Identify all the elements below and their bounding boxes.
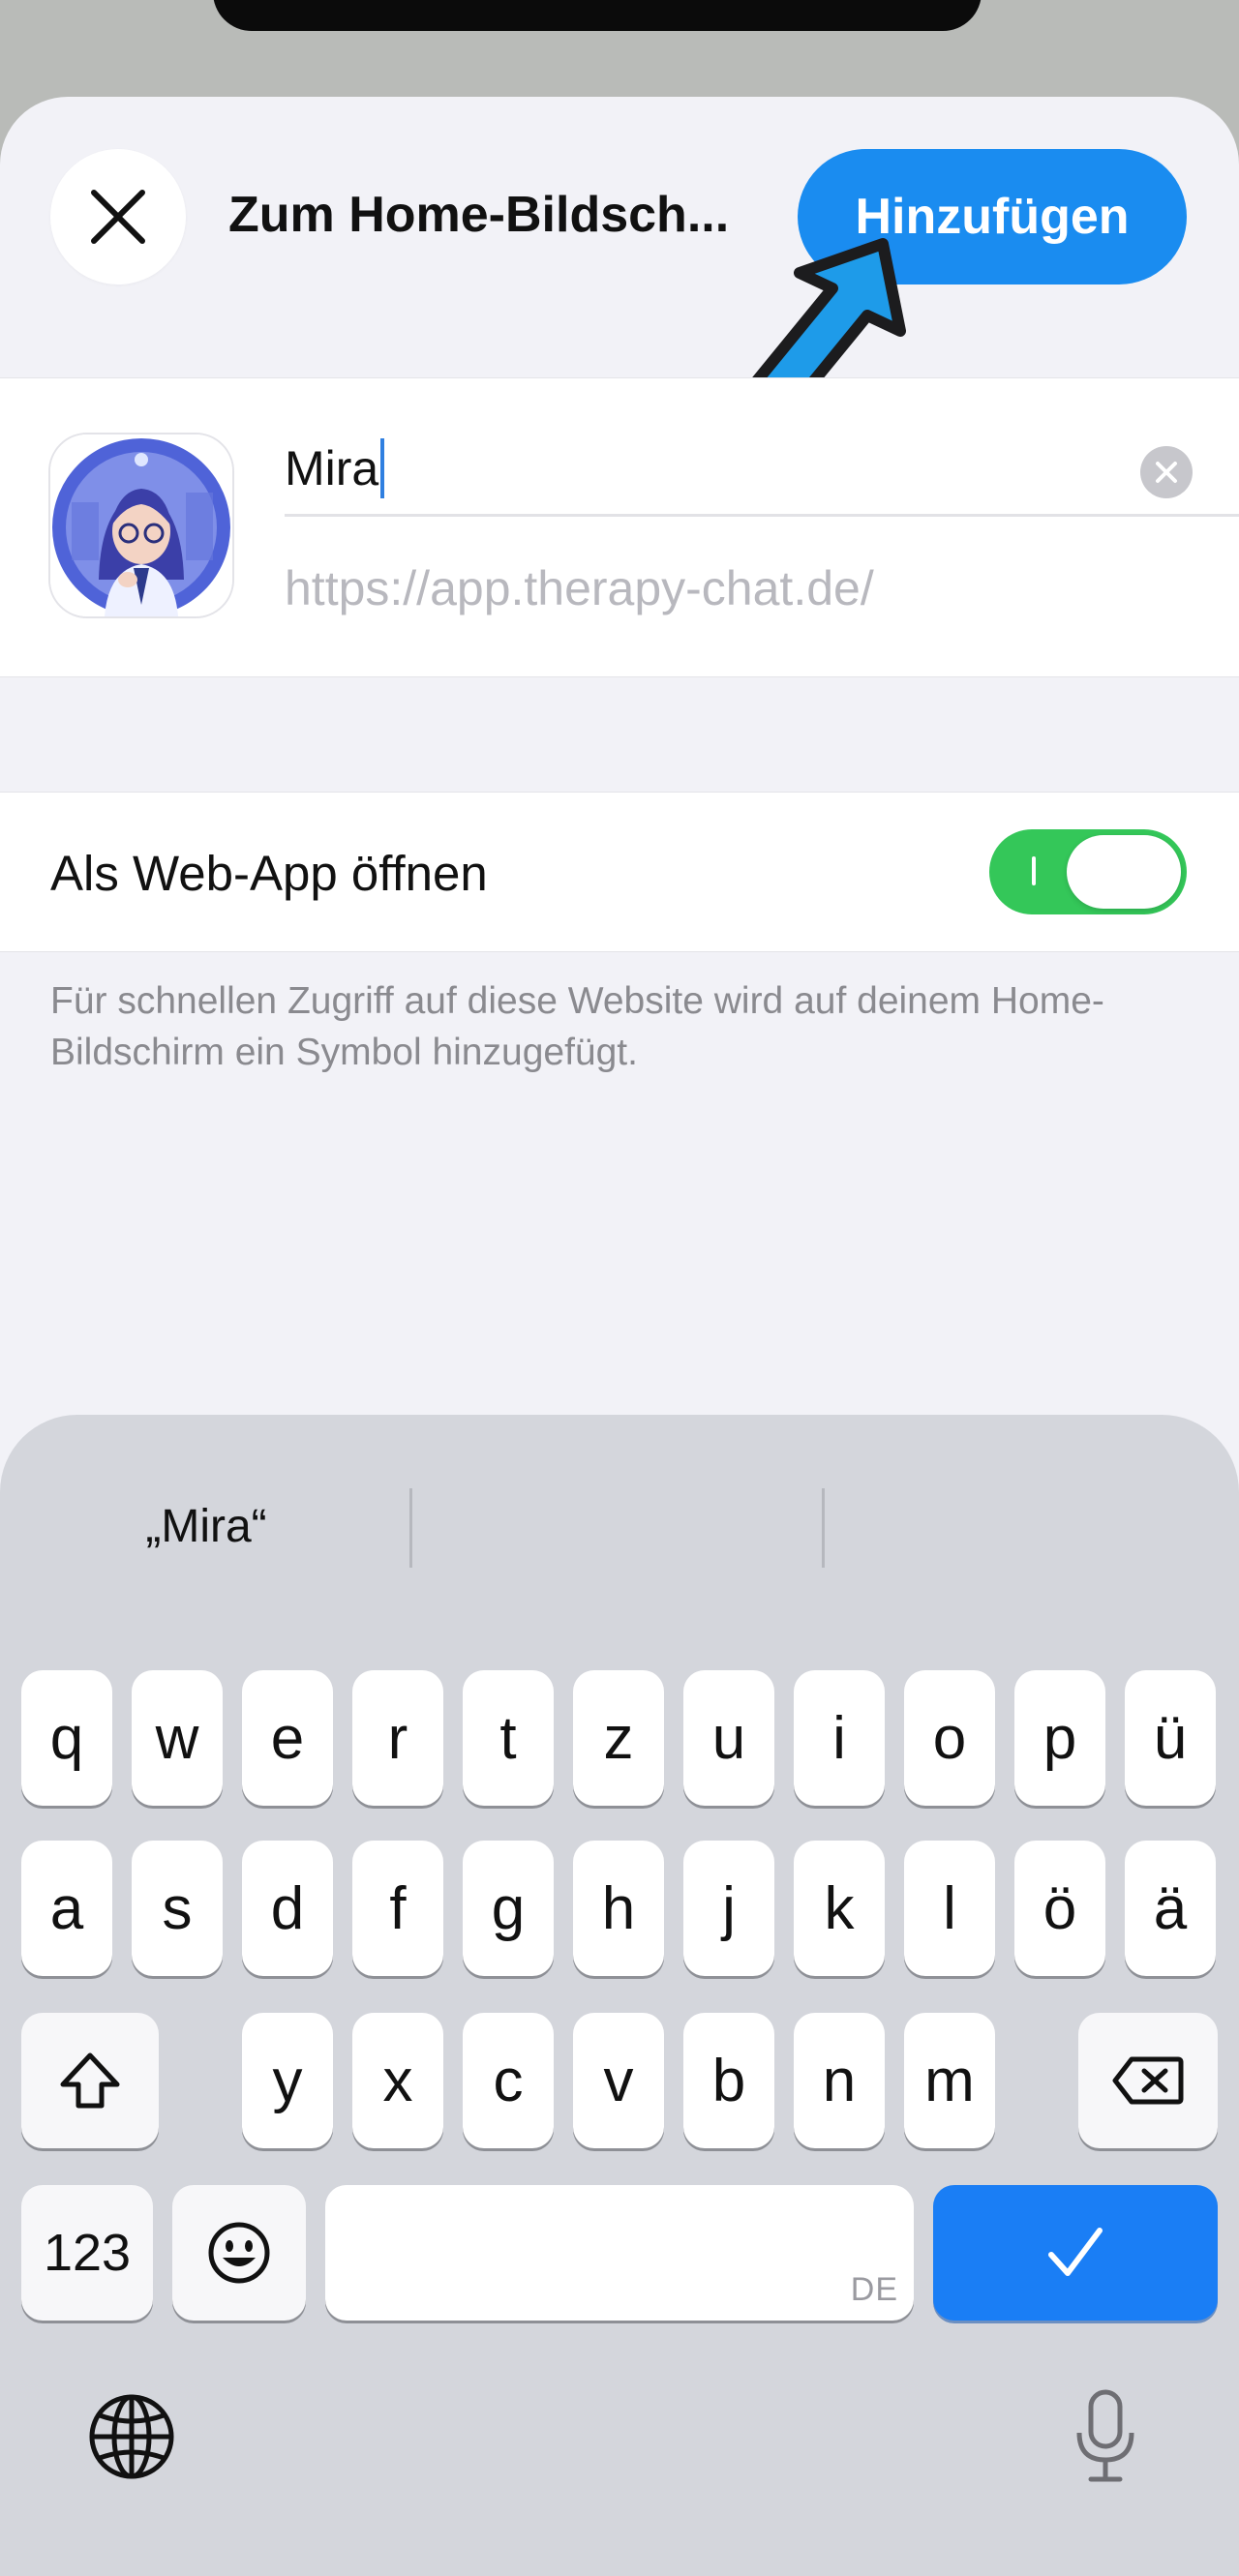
key-e[interactable]: e xyxy=(242,1670,333,1806)
app-icon xyxy=(48,433,234,618)
key-w[interactable]: w xyxy=(132,1670,223,1806)
key-v[interactable]: v xyxy=(573,2013,664,2148)
key-x[interactable]: x xyxy=(352,2013,443,2148)
web-app-row: Als Web-App öffnen xyxy=(0,792,1239,952)
delete-key[interactable] xyxy=(1078,2013,1218,2148)
name-value: Mira xyxy=(285,441,379,495)
dictation-button[interactable] xyxy=(1059,2386,1152,2487)
app-card: Mira https://app.therapy-chat.de/ xyxy=(0,377,1239,677)
shift-key[interactable] xyxy=(21,2013,159,2148)
key-a[interactable]: a xyxy=(21,1841,112,1976)
suggestion-1[interactable]: „Mira“ xyxy=(0,1500,412,1553)
globe-button[interactable] xyxy=(83,2388,180,2485)
key-c[interactable]: c xyxy=(463,2013,554,2148)
key-f[interactable]: f xyxy=(352,1841,443,1976)
key-ä[interactable]: ä xyxy=(1125,1841,1216,1976)
key-n[interactable]: n xyxy=(794,2013,885,2148)
name-field[interactable]: Mira xyxy=(285,407,1239,517)
key-m[interactable]: m xyxy=(904,2013,995,2148)
web-app-label: Als Web-App öffnen xyxy=(50,846,488,901)
key-k[interactable]: k xyxy=(794,1841,885,1976)
keyboard: „Mira“ qwertzuiopü asdfghjklöä yxcvbnm 1… xyxy=(0,1415,1239,2576)
key-z[interactable]: z xyxy=(573,1670,664,1806)
space-key[interactable]: DE xyxy=(325,2185,914,2321)
key-u[interactable]: u xyxy=(683,1670,774,1806)
suggestion-divider xyxy=(822,1488,825,1568)
web-app-description: Für schnellen Zugriff auf diese Website … xyxy=(50,980,1104,1073)
globe-icon xyxy=(89,2394,174,2479)
close-button[interactable] xyxy=(50,149,186,285)
delete-icon xyxy=(1112,2056,1184,2105)
key-s[interactable]: s xyxy=(132,1841,223,1976)
toggle-on-mark xyxy=(1032,856,1036,885)
key-p[interactable]: p xyxy=(1014,1670,1105,1806)
key-i[interactable]: i xyxy=(794,1670,885,1806)
key-t[interactable]: t xyxy=(463,1670,554,1806)
device-notch xyxy=(213,0,982,31)
close-icon xyxy=(91,190,145,244)
app-url: https://app.therapy-chat.de/ xyxy=(285,561,874,615)
key-b[interactable]: b xyxy=(683,2013,774,2148)
key-o[interactable]: o xyxy=(904,1670,995,1806)
checkmark-icon xyxy=(1048,2228,1103,2276)
key-ü[interactable]: ü xyxy=(1125,1670,1216,1806)
key-h[interactable]: h xyxy=(573,1841,664,1976)
sheet-title: Zum Home-Bildsch... xyxy=(228,187,730,243)
key-r[interactable]: r xyxy=(352,1670,443,1806)
microphone-icon xyxy=(1076,2389,1134,2482)
shift-icon xyxy=(60,2052,120,2109)
key-l[interactable]: l xyxy=(904,1841,995,1976)
key-j[interactable]: j xyxy=(683,1841,774,1976)
numbers-key[interactable]: 123 xyxy=(21,2185,153,2321)
emoji-key[interactable] xyxy=(172,2185,306,2321)
toggle-knob xyxy=(1067,835,1181,909)
avatar-illustration xyxy=(50,434,232,616)
clear-icon xyxy=(1156,462,1177,483)
key-q[interactable]: q xyxy=(21,1670,112,1806)
emoji-icon xyxy=(208,2222,270,2284)
key-g[interactable]: g xyxy=(463,1841,554,1976)
key-y[interactable]: y xyxy=(242,2013,333,2148)
text-caret xyxy=(380,437,385,498)
name-input[interactable]: Mira xyxy=(285,437,385,498)
key-ö[interactable]: ö xyxy=(1014,1841,1105,1976)
done-key[interactable] xyxy=(933,2185,1218,2321)
key-d[interactable]: d xyxy=(242,1841,333,1976)
web-app-toggle[interactable] xyxy=(989,829,1187,914)
suggestion-divider xyxy=(409,1488,412,1568)
clear-text-button[interactable] xyxy=(1140,446,1193,498)
keyboard-language-hint: DE xyxy=(850,2271,898,2308)
